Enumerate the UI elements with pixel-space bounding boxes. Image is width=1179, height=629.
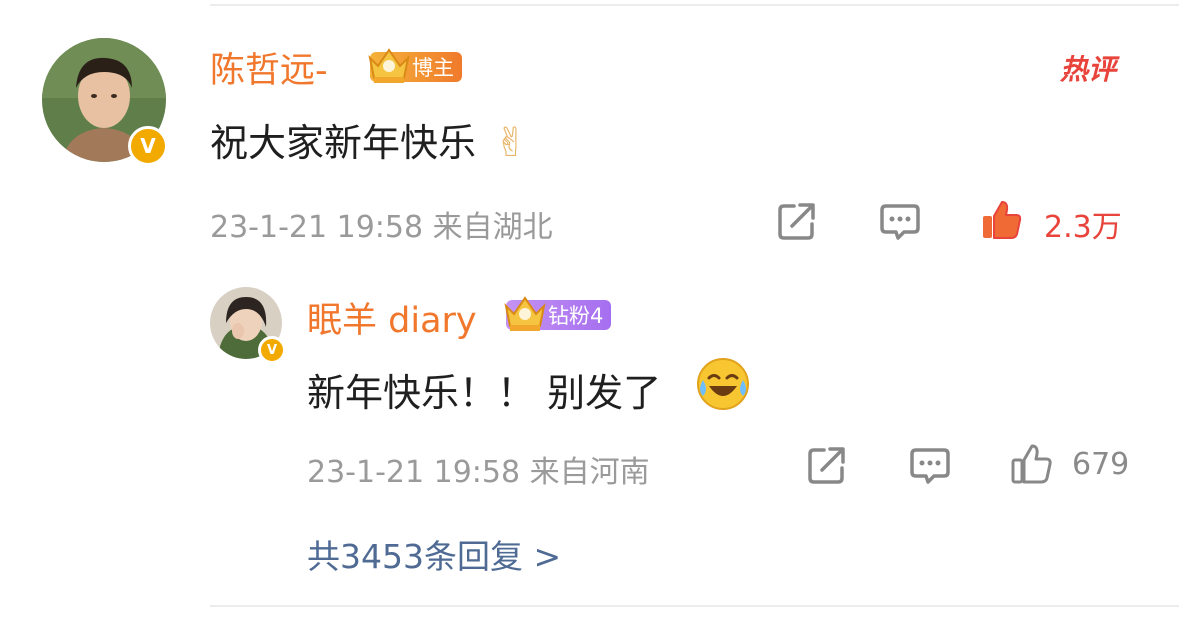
comment-text: 祝大家新年快乐 ✌ [210, 112, 528, 167]
verified-icon: V [258, 336, 286, 364]
verified-icon: V [128, 126, 168, 166]
victory-emoji-icon: ✌ [494, 120, 528, 166]
like-count: 2.3万 [1044, 210, 1122, 245]
crown-icon [368, 48, 410, 83]
top-divider [210, 4, 1179, 6]
badge-label: 博主 [412, 56, 454, 80]
share-icon[interactable] [776, 200, 818, 242]
like-icon[interactable] [1010, 442, 1054, 486]
share-icon[interactable] [806, 444, 848, 486]
reply-body: 新年快乐！！ 别发了 [307, 371, 662, 415]
bottom-divider [210, 605, 1179, 607]
comment-meta: 23-1-21 19:58 来自湖北 [210, 210, 553, 245]
comment-body: 祝大家新年快乐 [210, 121, 477, 165]
like-icon[interactable] [980, 198, 1024, 242]
badge-label: 钻粉4 [548, 304, 604, 328]
crown-icon [504, 296, 546, 331]
reply-like-count: 679 [1072, 447, 1130, 482]
view-more-replies-link[interactable]: 共3453条回复 > [307, 530, 561, 578]
fan-badge[interactable]: 钻粉4 [504, 296, 612, 331]
reply-text: 新年快乐！！ 别发了 [307, 362, 661, 417]
comment-icon[interactable] [878, 200, 922, 244]
comment-icon[interactable] [908, 444, 952, 488]
reply-meta: 23-1-21 19:58 来自河南 [307, 455, 650, 490]
reply-author[interactable]: 眠羊 diary [307, 292, 477, 343]
hot-comment-tag: 热评 [1060, 53, 1117, 86]
fan-badge[interactable]: 博主 [368, 48, 462, 83]
laughing-crying-emoji-icon [697, 358, 749, 410]
comment-author[interactable]: 陈哲远- [210, 42, 328, 93]
